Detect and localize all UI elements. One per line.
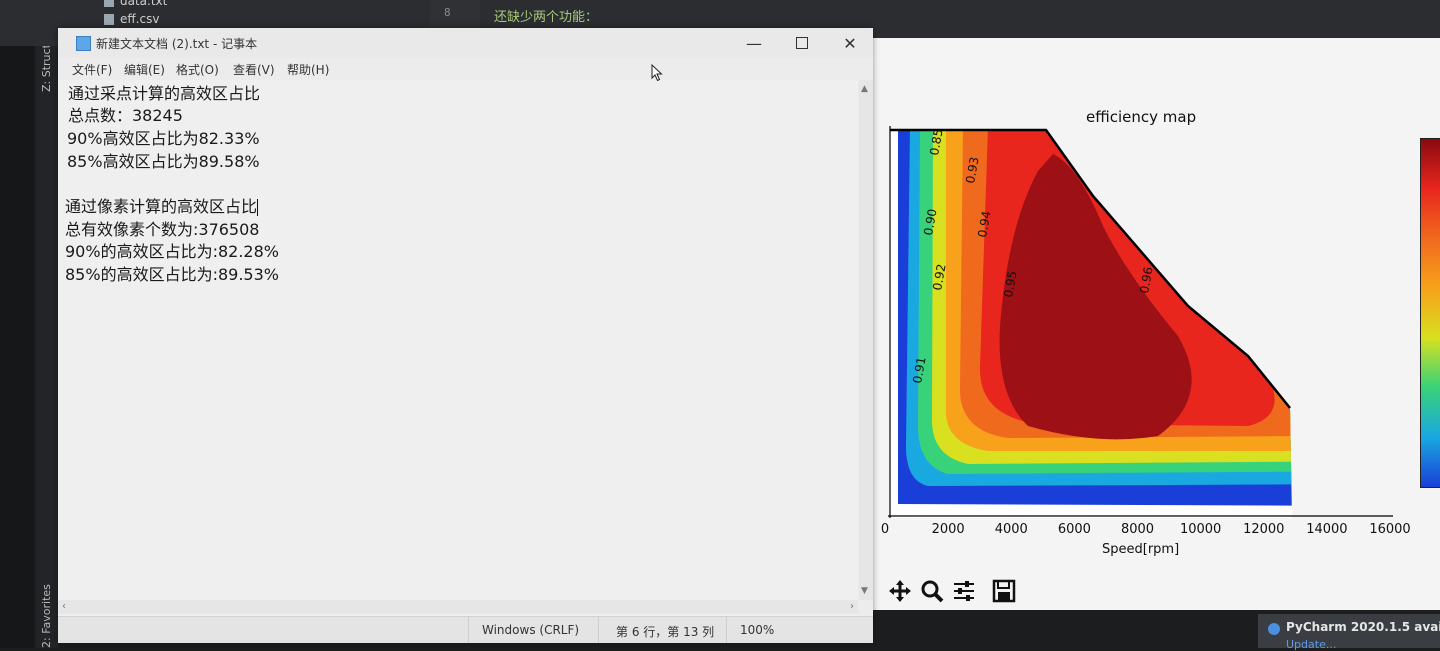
status-separator [726,617,727,643]
ide-tool-window-bar: Z: Structure 2: Favorites [36,0,58,648]
x-tick-label: 14000 [1306,522,1348,537]
text-editor-area[interactable]: 通过采点计算的高效区占比 总点数：38245 90%高效区占比为82.33% 8… [58,80,858,620]
text-line: 总点数：38245 [68,106,183,125]
scroll-right-icon[interactable]: › [850,601,854,612]
menu-view[interactable]: 查看(V) [233,61,275,78]
x-tick-label: 0 [880,522,890,537]
scroll-left-icon[interactable]: ‹ [62,601,66,612]
project-tree: data.txt eff.csv [96,0,426,30]
file-icon [104,14,114,25]
text-caret [257,199,259,216]
update-notification[interactable]: PyCharm 2020.1.5 available Update... [1258,614,1440,651]
close-icon: ✕ [843,33,857,53]
notepad-icon [76,36,91,51]
menu-help[interactable]: 帮助(H) [287,61,329,78]
x-tick-label: 6000 [1057,522,1091,537]
maximize-button[interactable] [782,32,822,54]
x-tick-label: 16000 [1369,522,1411,537]
x-tick-label: 2000 [931,522,965,537]
info-icon [1268,623,1280,635]
file-item-data[interactable]: data.txt [104,0,167,8]
notepad-window: 新建文本文档 (2).txt - 记事本 — ✕ 文件(F) 编辑(E) 格式(… [58,28,873,643]
efficiency-map-chart: 0.850.900.910.920.930.940.95 0.96 [888,126,1393,518]
text-line: 通过采点计算的高效区占比 [68,84,261,103]
mouse-cursor-icon [651,64,663,82]
minimize-icon: — [746,33,762,53]
status-separator [468,617,469,643]
file-name: data.txt [120,0,168,8]
text-line: 85%高效区占比为89.58% [67,152,260,171]
text-line: 90%的高效区占比为:82.28% [65,242,279,261]
text-line-content: 通过像素计算的高效区占比 [65,197,258,216]
ide-left-strip [0,0,34,648]
scroll-up-icon[interactable]: ▲ [861,84,868,94]
line-number: 8 [444,6,451,19]
x-tick-label: 4000 [994,522,1028,537]
file-icon [104,0,114,7]
menu-bar: 文件(F) 编辑(E) 格式(O) 查看(V) 帮助(H) [58,58,873,80]
zoom-status: 100% [740,623,775,637]
menu-edit[interactable]: 编辑(E) [124,61,165,78]
vertical-scrollbar[interactable]: ▲ ▼ [859,80,873,600]
x-tick-label: 10000 [1179,522,1222,537]
x-axis-label: Speed[rpm] [1102,542,1180,557]
x-tick-label: 8000 [1120,522,1155,537]
status-separator [598,617,599,643]
line-ending-status: Windows (CRLF) [482,623,580,637]
maximize-icon [796,37,808,49]
minimize-button[interactable]: — [734,32,774,54]
favorites-tab[interactable]: 2: Favorites [40,584,53,648]
menu-file[interactable]: 文件(F) [72,61,112,78]
window-title: 新建文本文档 (2).txt - 记事本 [96,37,258,51]
cursor-position-status: 第 6 行，第 13 列 [616,625,715,639]
text-line: 总有效像素个数为:376508 [65,220,260,239]
status-bar: Windows (CRLF) 第 6 行，第 13 列 100% [58,616,873,643]
notification-text: PyCharm 2020.1.5 available [1286,620,1440,634]
file-name: eff.csv [120,12,160,26]
menu-format[interactable]: 格式(O) [176,61,219,78]
close-button[interactable]: ✕ [830,32,870,54]
move-icon[interactable] [886,578,914,604]
x-tick-label: 12000 [1243,522,1285,537]
file-item-eff[interactable]: eff.csv [104,12,159,26]
code-line: 还缺少两个功能： [494,10,599,25]
chart-title: efficiency map [1086,108,1197,126]
save-icon[interactable] [990,578,1018,604]
update-link[interactable]: Update... [1286,638,1336,651]
colorbar [1420,138,1440,488]
scroll-down-icon[interactable]: ▼ [861,586,868,596]
text-line: 85%的高效区占比为:89.53% [65,265,279,284]
zoom-icon[interactable] [918,578,946,604]
configure-icon[interactable] [950,578,978,604]
horizontal-scrollbar[interactable]: ‹ › [58,600,858,614]
text-line: 90%高效区占比为82.33% [67,129,260,148]
notepad-title-bar[interactable]: 新建文本文档 (2).txt - 记事本 — ✕ [58,28,873,58]
plot-toolbar [876,574,1440,608]
text-line: 通过像素计算的高效区占比 [65,193,259,217]
